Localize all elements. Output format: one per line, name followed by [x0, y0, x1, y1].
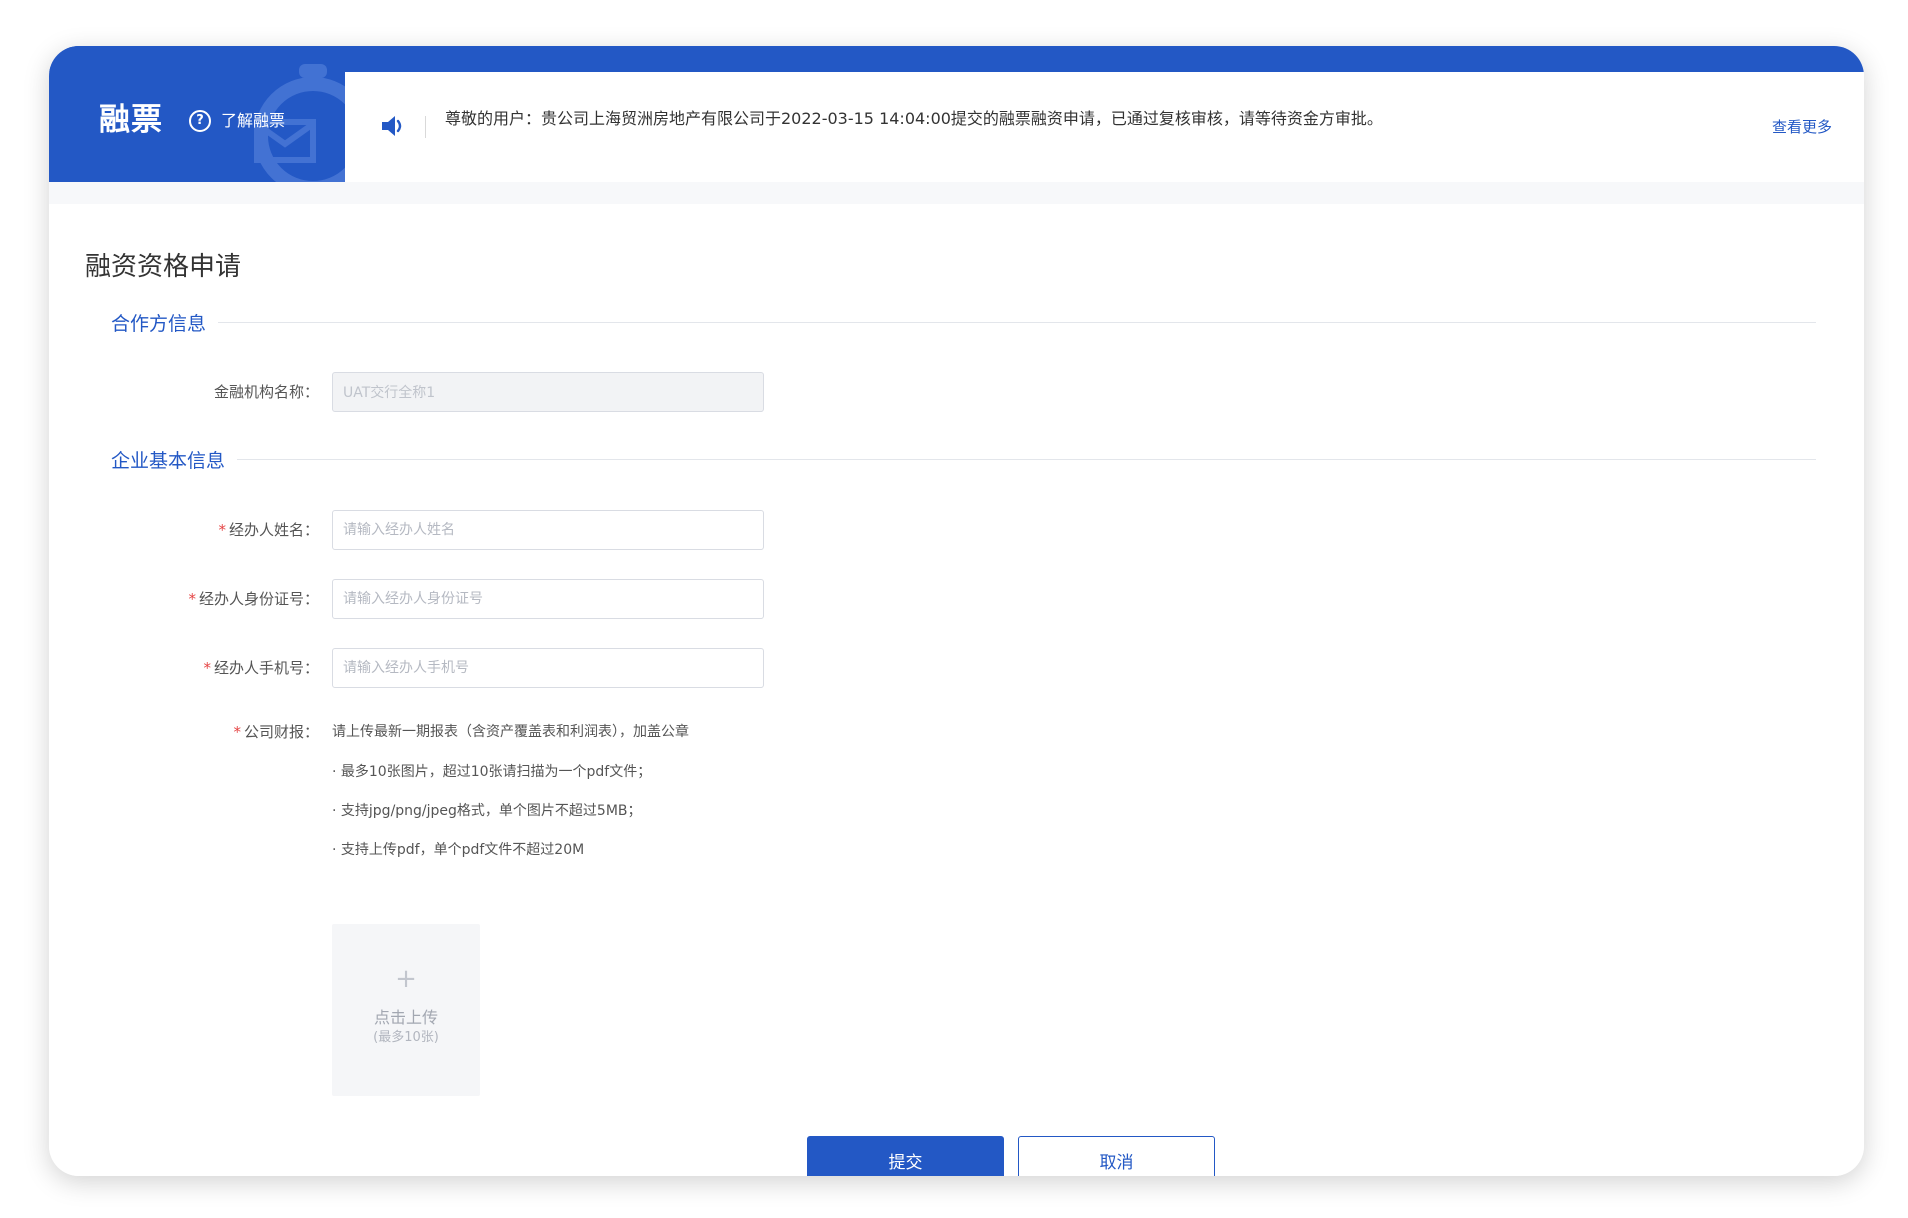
- required-mark: *: [233, 723, 241, 741]
- upload-label: 点击上传: [373, 1008, 438, 1027]
- app-window: 融票 ? 了解融票 尊敬的用户：贵公司上海贸洲房地产有限公司于2022-03-1…: [49, 46, 1864, 1176]
- section-partner-title: 合作方信息: [111, 312, 207, 335]
- agent-id-label: * 经办人身份证号：: [119, 579, 319, 619]
- section-partner-header: 合作方信息: [111, 307, 1816, 337]
- institution-label: 金融机构名称：: [213, 383, 319, 401]
- financials-description: 请上传最新一期报表（含资产覆盖表和利润表），加盖公章: [332, 724, 689, 740]
- agent-name-label-text: 经办人姓名：: [228, 521, 319, 539]
- agent-id-input[interactable]: [332, 579, 764, 619]
- agent-id-label-text: 经办人身份证号：: [198, 590, 319, 608]
- upload-box[interactable]: + 点击上传 (最多10张): [332, 924, 480, 1096]
- row-institution: 金融机构名称：: [49, 372, 1864, 412]
- required-mark: *: [218, 521, 226, 539]
- financials-label: * 公司财报：: [119, 712, 319, 752]
- agent-phone-label: * 经办人手机号：: [119, 648, 319, 688]
- cancel-button[interactable]: 取消: [1018, 1136, 1215, 1176]
- plus-icon: +: [395, 964, 417, 994]
- institution-input: [332, 372, 764, 412]
- financials-label-text: 公司财报：: [243, 723, 319, 741]
- financials-rule: · 支持jpg/png/jpeg格式，单个图片不超过5MB；: [332, 803, 642, 819]
- section-enterprise-header: 企业基本信息: [111, 444, 1816, 474]
- main-content: 融资资格申请 合作方信息 金融机构名称： 企业基本信息 *经办人姓名： *经办人…: [49, 204, 1864, 1176]
- page-title: 融资资格申请: [85, 252, 242, 282]
- view-more-link[interactable]: 查看更多: [1772, 116, 1832, 138]
- brand-title: 融票: [99, 102, 163, 138]
- row-agent-name: * 经办人姓名：: [49, 510, 1864, 550]
- agent-name-label: * 经办人姓名：: [119, 510, 319, 550]
- agent-phone-input[interactable]: [332, 648, 764, 688]
- section-divider: [237, 458, 1816, 460]
- notice-text: 尊敬的用户：贵公司上海贸洲房地产有限公司于2022-03-15 14:04:00…: [445, 109, 1383, 128]
- learn-more-link[interactable]: 了解融票: [221, 110, 285, 132]
- upload-limit-note: (最多10张): [373, 1030, 439, 1045]
- row-agent-phone: * 经办人手机号：: [49, 648, 1864, 688]
- brand-panel: 融票 ? 了解融票: [49, 46, 345, 182]
- financials-rule: · 最多10张图片，超过10张请扫描为一个pdf文件；: [332, 764, 652, 780]
- notice-divider: [425, 116, 426, 138]
- row-financials: * 公司财报：: [49, 712, 1864, 752]
- financials-rule: · 支持上传pdf，单个pdf文件不超过20M: [332, 842, 585, 858]
- help-icon[interactable]: ?: [189, 110, 211, 132]
- row-agent-id: * 经办人身份证号：: [49, 579, 1864, 619]
- submit-button[interactable]: 提交: [807, 1136, 1004, 1176]
- required-mark: *: [203, 659, 211, 677]
- agent-phone-label-text: 经办人手机号：: [213, 659, 319, 677]
- agent-name-input[interactable]: [332, 510, 764, 550]
- section-enterprise-title: 企业基本信息: [111, 449, 226, 472]
- required-mark: *: [188, 590, 196, 608]
- notice-bar: 尊敬的用户：贵公司上海贸洲房地产有限公司于2022-03-15 14:04:00…: [345, 72, 1864, 182]
- section-divider: [218, 321, 1816, 323]
- speaker-icon: [382, 116, 402, 136]
- gap-strip: [49, 182, 1864, 204]
